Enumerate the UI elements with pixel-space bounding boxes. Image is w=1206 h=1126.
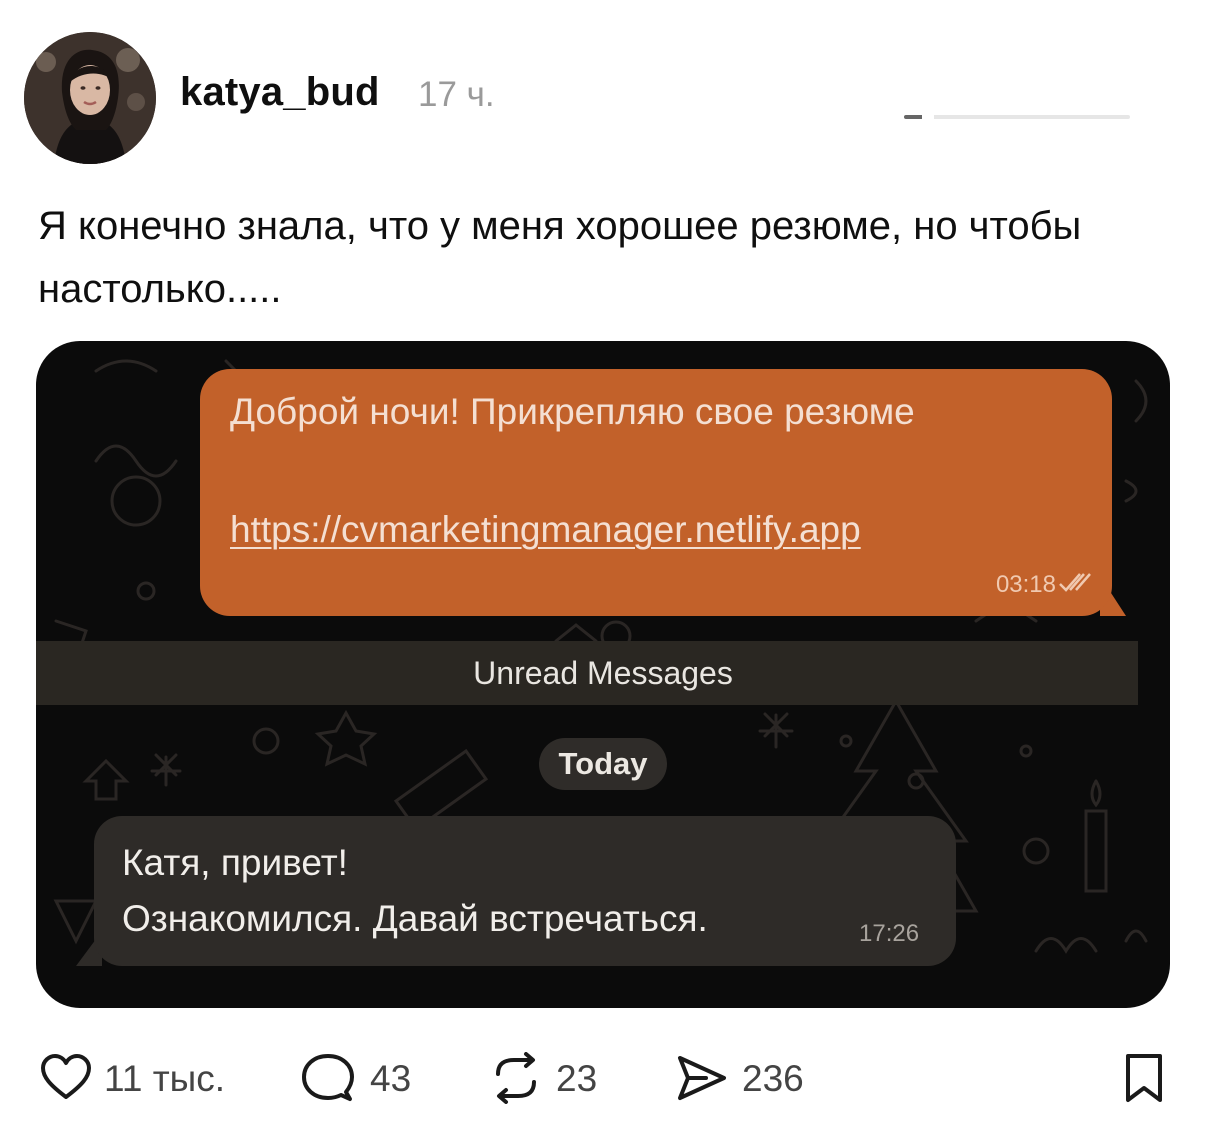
- thread-post: katya_bud 17 ч. Я конечно знала, что у м…: [0, 0, 1206, 1126]
- like-count: 11 тыс.: [104, 1058, 226, 1099]
- outgoing-message-bubble[interactable]: Доброй ночи! Прикрепляю свое резюме http…: [200, 369, 1112, 616]
- incoming-message-bubble[interactable]: Катя, привет! Ознакомился. Давай встреча…: [94, 816, 956, 966]
- share-count: 236: [742, 1058, 804, 1099]
- outgoing-message-text: Доброй ночи! Прикрепляю свое резюме: [230, 391, 915, 432]
- outgoing-message-time: 03:18: [995, 571, 1056, 598]
- divider: [904, 115, 1130, 119]
- repost-icon: [496, 1052, 536, 1104]
- heart-icon: [41, 1054, 91, 1099]
- repost-button[interactable]: 23: [490, 1052, 620, 1104]
- post-text: Я конечно знала, что у меня хорошее резю…: [38, 204, 1082, 311]
- bookmark-icon: [1126, 1054, 1162, 1102]
- incoming-message-line: Ознакомился. Давай встречаться.: [122, 898, 708, 939]
- incoming-message-line: Катя, привет!: [122, 842, 348, 883]
- avatar-photo: [24, 32, 156, 164]
- date-pill: Today: [539, 738, 667, 790]
- like-button[interactable]: 11 тыс.: [40, 1052, 250, 1104]
- send-icon: [678, 1056, 726, 1100]
- unread-messages-label: Unread Messages: [473, 655, 733, 691]
- post-timestamp: 17 ч.: [418, 75, 495, 114]
- post-actions-bar: 11 тыс. 43 23 236: [0, 1040, 1206, 1120]
- incoming-message-time: 17:26: [859, 920, 920, 947]
- avatar[interactable]: [24, 32, 156, 164]
- reply-button[interactable]: 43: [302, 1052, 432, 1104]
- double-check-icon: [1059, 573, 1091, 592]
- resume-link[interactable]: https://cvmarketingmanager.netlify.app: [230, 509, 861, 551]
- bookmark-button[interactable]: [1122, 1052, 1166, 1104]
- comment-bubble-icon: [302, 1054, 354, 1101]
- repost-count: 23: [556, 1058, 598, 1099]
- share-button[interactable]: 236: [676, 1052, 826, 1104]
- attached-chat-screenshot[interactable]: Доброй ночи! Прикрепляю свое резюме http…: [36, 341, 1170, 1008]
- reply-count: 43: [370, 1058, 412, 1099]
- username[interactable]: katya_bud: [180, 70, 380, 115]
